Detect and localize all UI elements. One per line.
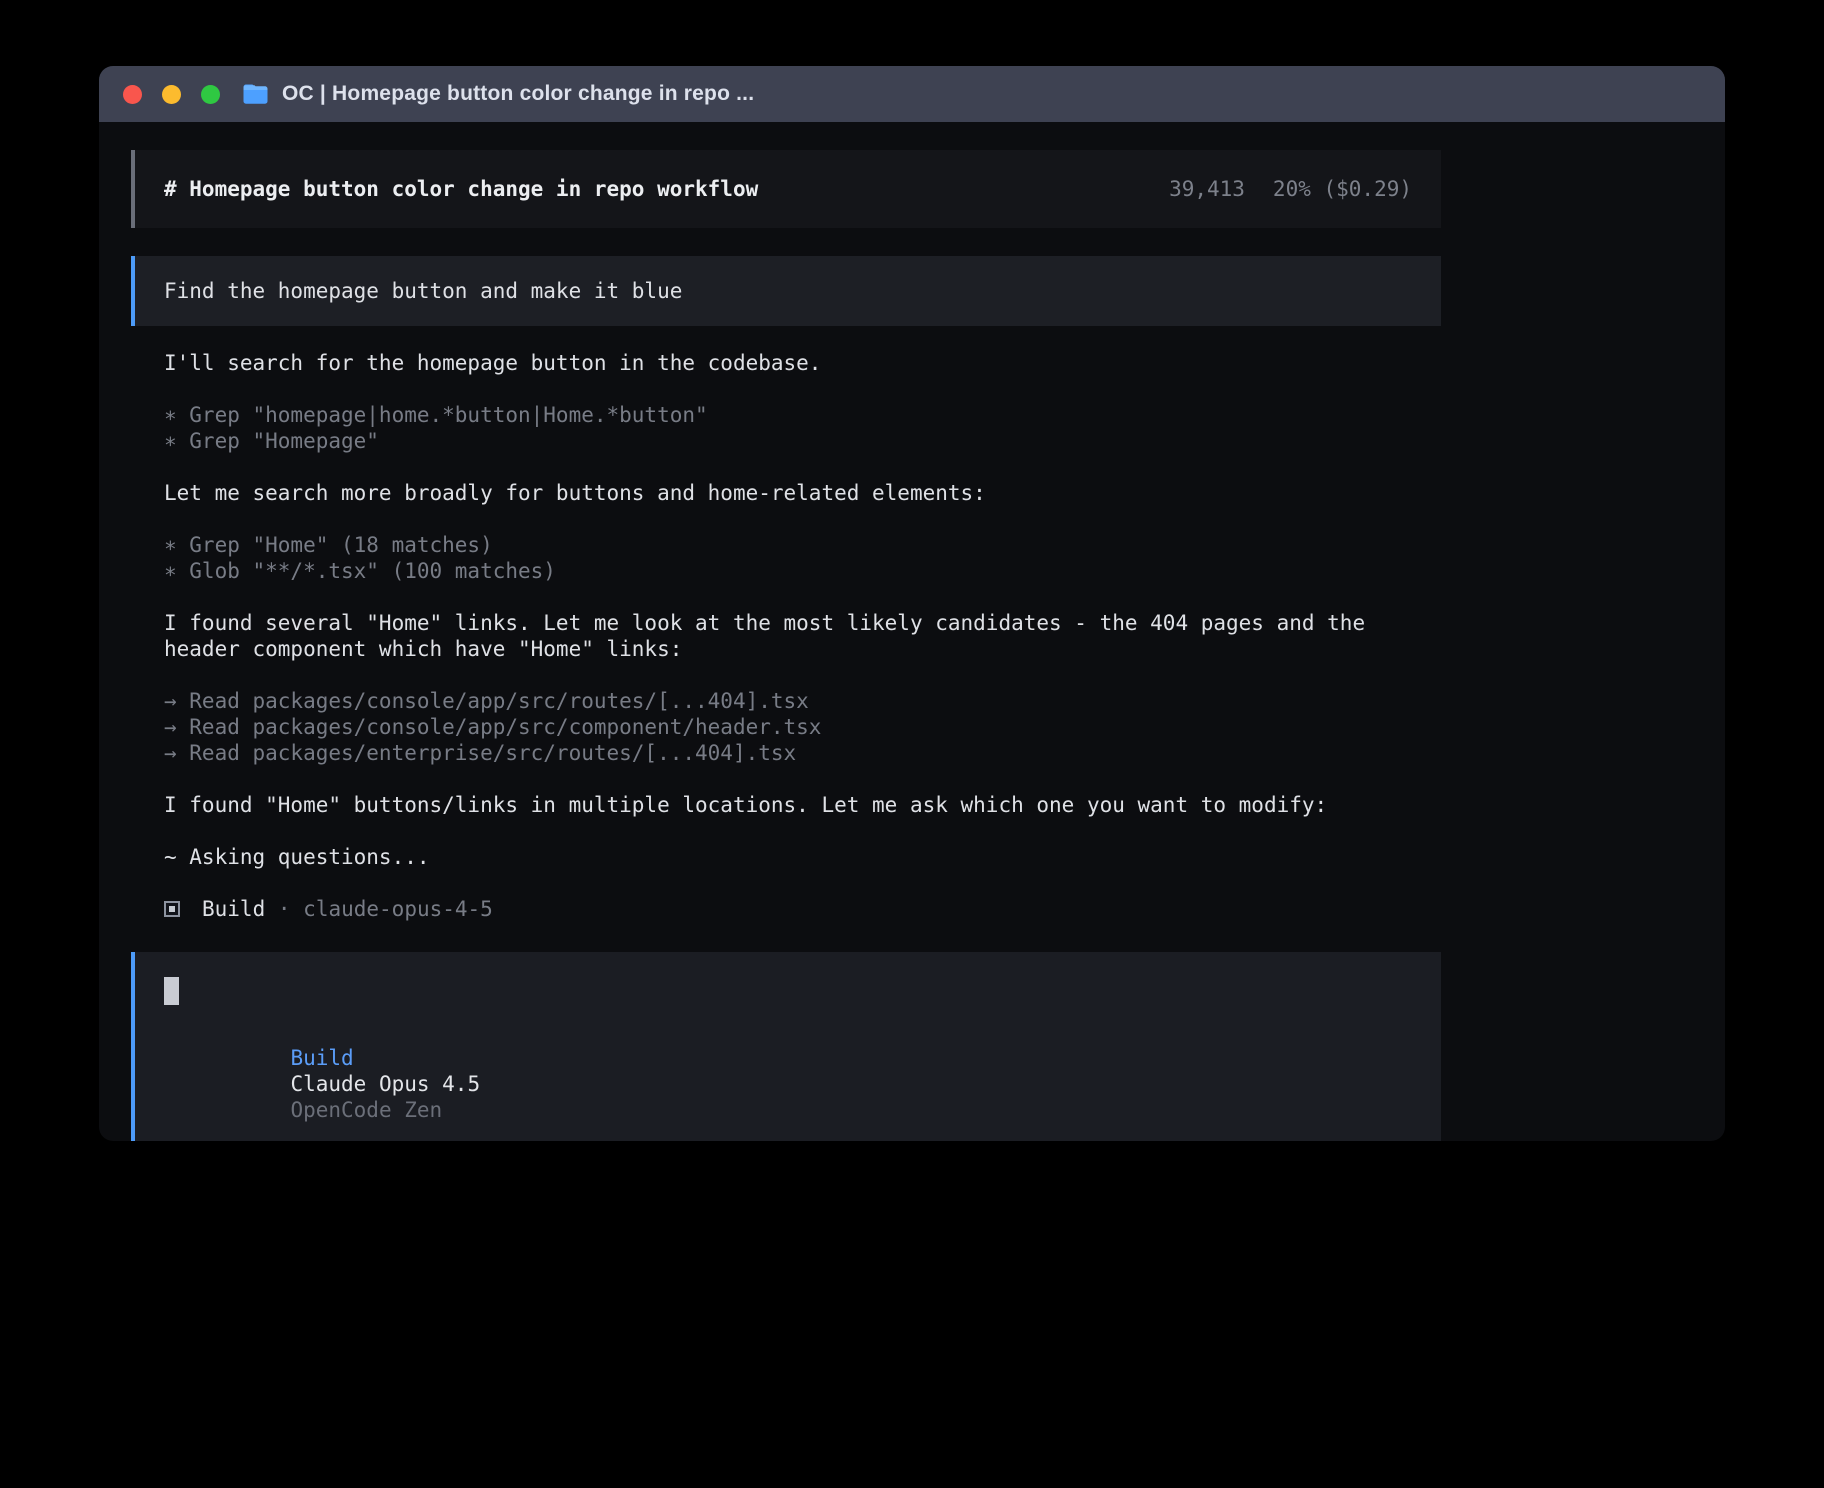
folder-icon xyxy=(242,83,269,105)
terminal-window: OC | Homepage button color change in rep… xyxy=(99,66,1725,1141)
agent-model: claude-opus-4-5 xyxy=(303,896,493,922)
agent-status-line: Build · claude-opus-4-5 xyxy=(164,896,1441,922)
assistant-text: I'll search for the homepage button in t… xyxy=(164,350,1441,376)
mode-label: Build xyxy=(290,1046,353,1070)
assistant-text: I found "Home" buttons/links in multiple… xyxy=(164,792,1441,818)
window-title: OC | Homepage button color change in rep… xyxy=(282,82,754,106)
terminal-content: # Homepage button color change in repo w… xyxy=(99,122,1725,1141)
asking-questions-status: ~ Asking questions... xyxy=(164,844,1441,870)
session-header: # Homepage button color change in repo w… xyxy=(131,150,1441,228)
agent-separator: · xyxy=(265,896,303,922)
agent-name: Build xyxy=(202,896,265,922)
tool-call-read: → Read packages/console/app/src/componen… xyxy=(164,714,1441,740)
user-message: Find the homepage button and make it blu… xyxy=(131,256,1441,326)
assistant-text: I found several "Home" links. Let me loo… xyxy=(164,610,1441,662)
session-stats: 39,413 20% ($0.29) xyxy=(1169,176,1412,202)
zoom-button[interactable] xyxy=(201,85,220,104)
text-cursor xyxy=(164,977,179,1005)
tool-call-grep: ∗ Grep "Home" (18 matches) xyxy=(164,532,1441,558)
model-label: Claude Opus 4.5 xyxy=(290,1072,480,1096)
assistant-text: Let me search more broadly for buttons a… xyxy=(164,480,1441,506)
session-title: # Homepage button color change in repo w… xyxy=(164,176,758,202)
agent-icon xyxy=(164,901,180,917)
prompt-input[interactable]: Build Claude Opus 4.5 OpenCode Zen xyxy=(131,952,1441,1141)
close-button[interactable] xyxy=(123,85,142,104)
tool-call-grep: ∗ Grep "Homepage" xyxy=(164,428,1441,454)
tool-call-glob: ∗ Glob "**/*.tsx" (100 matches) xyxy=(164,558,1441,584)
user-message-text: Find the homepage button and make it blu… xyxy=(164,279,682,303)
tool-call-read: → Read packages/console/app/src/routes/[… xyxy=(164,688,1441,714)
tool-call-read: → Read packages/enterprise/src/routes/[.… xyxy=(164,740,1441,766)
window-titlebar: OC | Homepage button color change in rep… xyxy=(99,66,1725,122)
minimize-button[interactable] xyxy=(162,85,181,104)
token-count: 39,413 xyxy=(1169,176,1245,202)
provider-label: OpenCode Zen xyxy=(290,1098,442,1122)
tool-call-grep: ∗ Grep "homepage|home.*button|Home.*butt… xyxy=(164,402,1441,428)
context-percent-cost: 20% ($0.29) xyxy=(1273,176,1412,202)
traffic-lights xyxy=(123,85,220,104)
input-status-line: Build Claude Opus 4.5 OpenCode Zen xyxy=(164,1019,1412,1141)
